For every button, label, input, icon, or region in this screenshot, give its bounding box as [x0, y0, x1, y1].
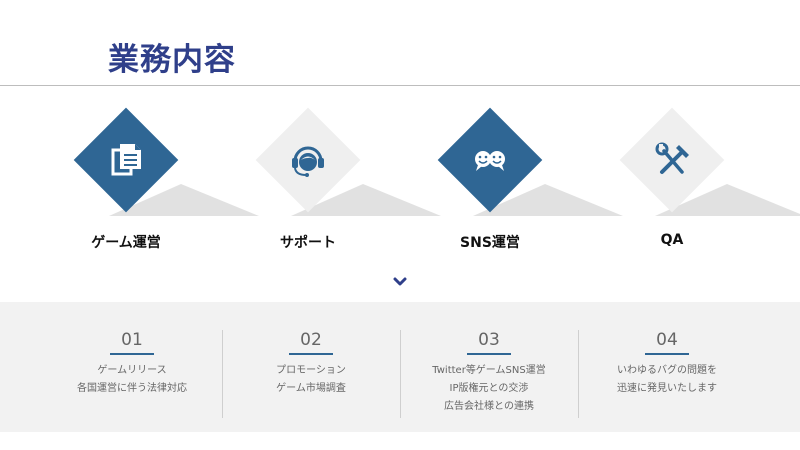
detail-line: 広告会社様との連携: [444, 401, 534, 412]
detail-description: プロモーション ゲーム市場調査: [222, 362, 400, 398]
detail-column-02: 02 プロモーション ゲーム市場調査: [222, 302, 400, 432]
documents-icon: [111, 144, 141, 176]
service-label: QA: [660, 232, 684, 248]
headset-icon: [292, 146, 324, 177]
header-divider: [0, 85, 800, 86]
detail-description: ゲームリリース 各国運営に伴う法律対応: [43, 362, 221, 398]
detail-column-03: 03 Twitter等ゲームSNS運営 IP版権元との交渉 広告会社様との連携: [400, 302, 578, 432]
detail-number: 04: [656, 330, 678, 350]
detail-line: Twitter等ゲームSNS運営: [432, 365, 546, 376]
accent-underline: [289, 353, 333, 355]
service-label: SNS運営: [460, 235, 520, 251]
detail-column-04: 04 いわゆるバグの問題を 迅速に発見いたします: [578, 302, 756, 432]
chat-faces-icon: [475, 151, 505, 171]
detail-description: いわゆるバグの問題を 迅速に発見いたします: [578, 362, 756, 398]
detail-line: IP版権元との交渉: [449, 383, 529, 394]
detail-number: 01: [121, 330, 143, 350]
detail-line: いわゆるバグの問題を: [617, 365, 717, 376]
detail-line: ゲームリリース: [97, 365, 167, 376]
detail-number: 02: [300, 330, 322, 350]
accent-underline: [110, 353, 154, 355]
detail-description: Twitter等ゲームSNS運営 IP版権元との交渉 広告会社様との連携: [400, 362, 578, 416]
service-game-operation[interactable]: ゲーム運営: [69, 100, 259, 270]
detail-line: プロモーション: [276, 365, 346, 376]
service-label: サポート: [280, 235, 336, 251]
service-qa[interactable]: QA: [615, 100, 800, 270]
service-label: ゲーム運営: [91, 235, 161, 251]
page-title: 業務内容: [108, 42, 236, 78]
accent-underline: [467, 353, 511, 355]
service-support[interactable]: サポート: [251, 100, 441, 270]
detail-line: 各国運営に伴う法律対応: [77, 383, 187, 394]
accent-underline: [645, 353, 689, 355]
chevron-down-icon[interactable]: [393, 276, 407, 288]
detail-line: ゲーム市場調査: [276, 383, 346, 394]
service-sns-operation[interactable]: SNS運営: [433, 100, 623, 270]
tools-icon: [655, 142, 689, 174]
detail-number: 03: [478, 330, 500, 350]
detail-column-01: 01 ゲームリリース 各国運営に伴う法律対応: [43, 302, 221, 432]
detail-line: 迅速に発見いたします: [617, 383, 717, 394]
details-panel: 01 ゲームリリース 各国運営に伴う法律対応 02 プロモーション ゲーム市場調…: [0, 302, 800, 432]
